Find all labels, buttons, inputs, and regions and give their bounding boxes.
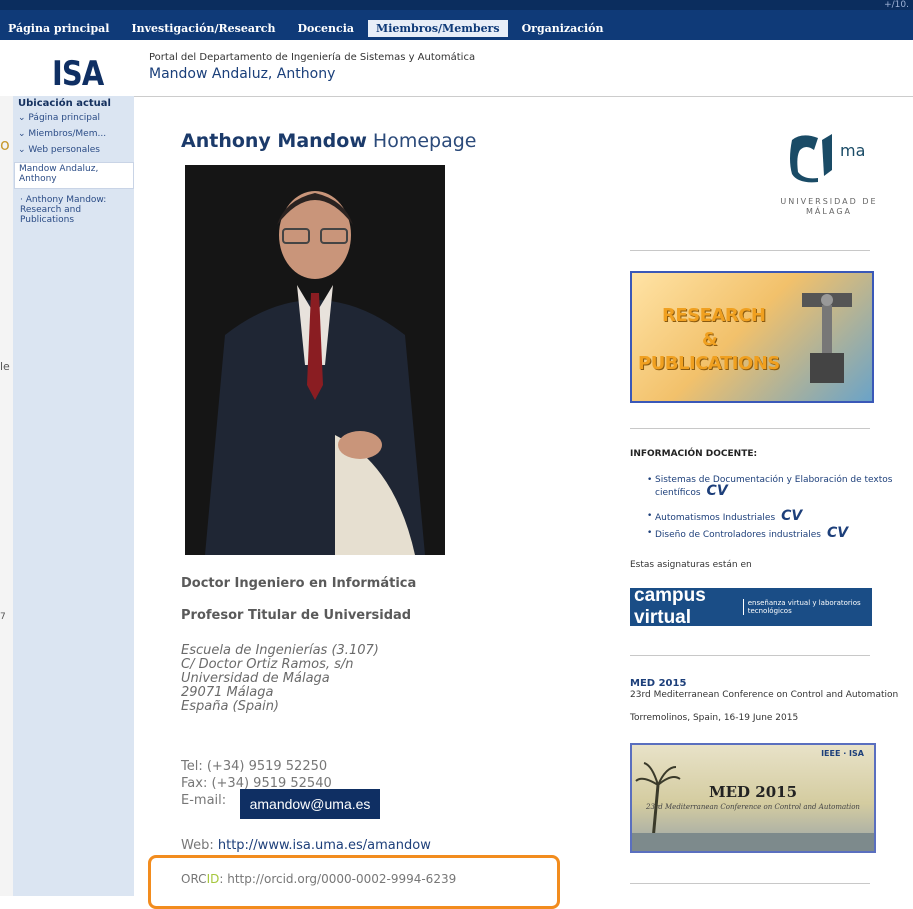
left-fragment-2: o <box>0 135 10 154</box>
position-text: Profesor Titular de Universidad <box>181 608 412 623</box>
cv-icon[interactable]: CV <box>781 508 802 524</box>
address-line: Escuela de Ingenierías (3.107) <box>181 643 379 658</box>
sidebar-crumb-personal-webs[interactable]: ⌄ Web personales <box>18 145 100 155</box>
uma-name-text: UNIVERSIDAD DE MÁLAGA <box>780 197 878 216</box>
degree-text: Doctor Ingeniero en Informática <box>181 576 417 591</box>
sidebar-subpage-link[interactable]: · Anthony Mandow: Research and Publicati… <box>20 195 130 225</box>
address-block: Escuela de Ingenierías (3.107) C/ Doctor… <box>181 644 379 714</box>
subjects-note: Estas asignaturas están en <box>630 560 752 570</box>
divider <box>630 883 870 884</box>
left-fragment-1: le <box>0 360 10 373</box>
profile-photo <box>185 165 445 555</box>
campus-virtual-banner[interactable]: campus virtual enseñanza virtual y labor… <box>630 585 872 628</box>
nav-item-home[interactable]: Página principal <box>0 20 117 37</box>
campus-virtual-label: campus virtual <box>634 585 706 628</box>
research-line: PUBLICATIONS <box>638 353 780 374</box>
cv-icon[interactable]: CV <box>707 483 728 499</box>
sidebar-title: Ubicación actual <box>18 98 111 109</box>
tel-text: Tel: (+34) 9519 52250 <box>181 759 328 774</box>
address-line: España (Spain) <box>181 699 280 714</box>
nav-item-teaching[interactable]: Docencia <box>289 20 362 37</box>
main-nav: Página principal Investigación/Research … <box>0 18 618 38</box>
palm-tree-icon <box>632 762 874 851</box>
left-fragment-3: 7 <box>0 612 6 622</box>
web-link[interactable]: http://www.isa.uma.es/amandow <box>218 838 431 853</box>
orcid-line[interactable]: ORCID: http://orcid.org/0000-0002-9994-6… <box>181 872 456 886</box>
med-place: Torremolinos, Spain, 16-19 June 2015 <box>630 713 799 723</box>
corner-text: +/10. <box>884 0 909 10</box>
page-header <box>0 40 913 97</box>
top-nav-bar: +/10. Página principal Investigación/Res… <box>0 0 913 40</box>
med-banner[interactable]: IEEE · ISA MED 2015 23rd Mediterranean C… <box>630 743 876 853</box>
portal-title: Portal del Departamento de Ingeniería de… <box>149 52 476 63</box>
sidebar-crumb-members[interactable]: ⌄ Miembros/Mem... <box>18 129 106 139</box>
divider <box>630 250 870 251</box>
research-line: RESEARCH <box>662 305 766 326</box>
campus-virtual-sub: enseñanza virtual y laboratorios tecnoló… <box>742 599 872 615</box>
left-window-strip <box>0 96 14 896</box>
teaching-info-title: INFORMACIÓN DOCENTE: <box>630 449 758 459</box>
address-line: 29071 Málaga <box>181 685 274 700</box>
course-link[interactable]: Automatismos IndustrialesCV <box>647 508 913 524</box>
divider <box>630 655 870 656</box>
nav-item-members[interactable]: Miembros/Members <box>368 19 508 37</box>
research-publications-banner[interactable]: RESEARCH & PUBLICATIONS <box>630 271 874 403</box>
course-link[interactable]: Sistemas de Documentación y Elaboración … <box>647 475 913 499</box>
email-link[interactable]: amandow@uma.es <box>240 789 380 819</box>
med-title[interactable]: MED 2015 <box>630 678 686 689</box>
email-label: E-mail: <box>181 793 227 808</box>
page-person-name: Mandow Andaluz, Anthony <box>149 66 336 82</box>
address-line: Universidad de Málaga <box>181 671 330 686</box>
course-link[interactable]: Diseño de Controladores industrialesCV <box>647 525 913 541</box>
nav-item-research[interactable]: Investigación/Research <box>123 20 283 37</box>
med-description: 23rd Mediterranean Conference on Control… <box>630 690 899 700</box>
nav-item-organization[interactable]: Organización <box>514 20 612 37</box>
sidebar-current-label: Mandow Andaluz, Anthony <box>19 164 99 184</box>
cv-icon[interactable]: CV <box>827 525 848 541</box>
sidebar-current-page[interactable]: Mandow Andaluz, Anthony <box>14 162 134 189</box>
sidebar-crumb-home[interactable]: ⌄ Página principal <box>18 113 100 123</box>
svg-text:ma: ma <box>840 141 865 160</box>
isa-logo[interactable]: ISA <box>52 54 104 94</box>
page-title: Anthony Mandow Homepage <box>181 130 477 152</box>
research-line: & <box>702 329 718 350</box>
robot-arm-icon <box>802 293 852 383</box>
uma-logo-icon[interactable]: ma <box>788 130 878 185</box>
address-line: C/ Doctor Ortiz Ramos, s/n <box>181 657 354 672</box>
divider <box>630 428 870 429</box>
top-edge <box>0 0 913 10</box>
web-line: Web: http://www.isa.uma.es/amandow <box>181 838 431 853</box>
